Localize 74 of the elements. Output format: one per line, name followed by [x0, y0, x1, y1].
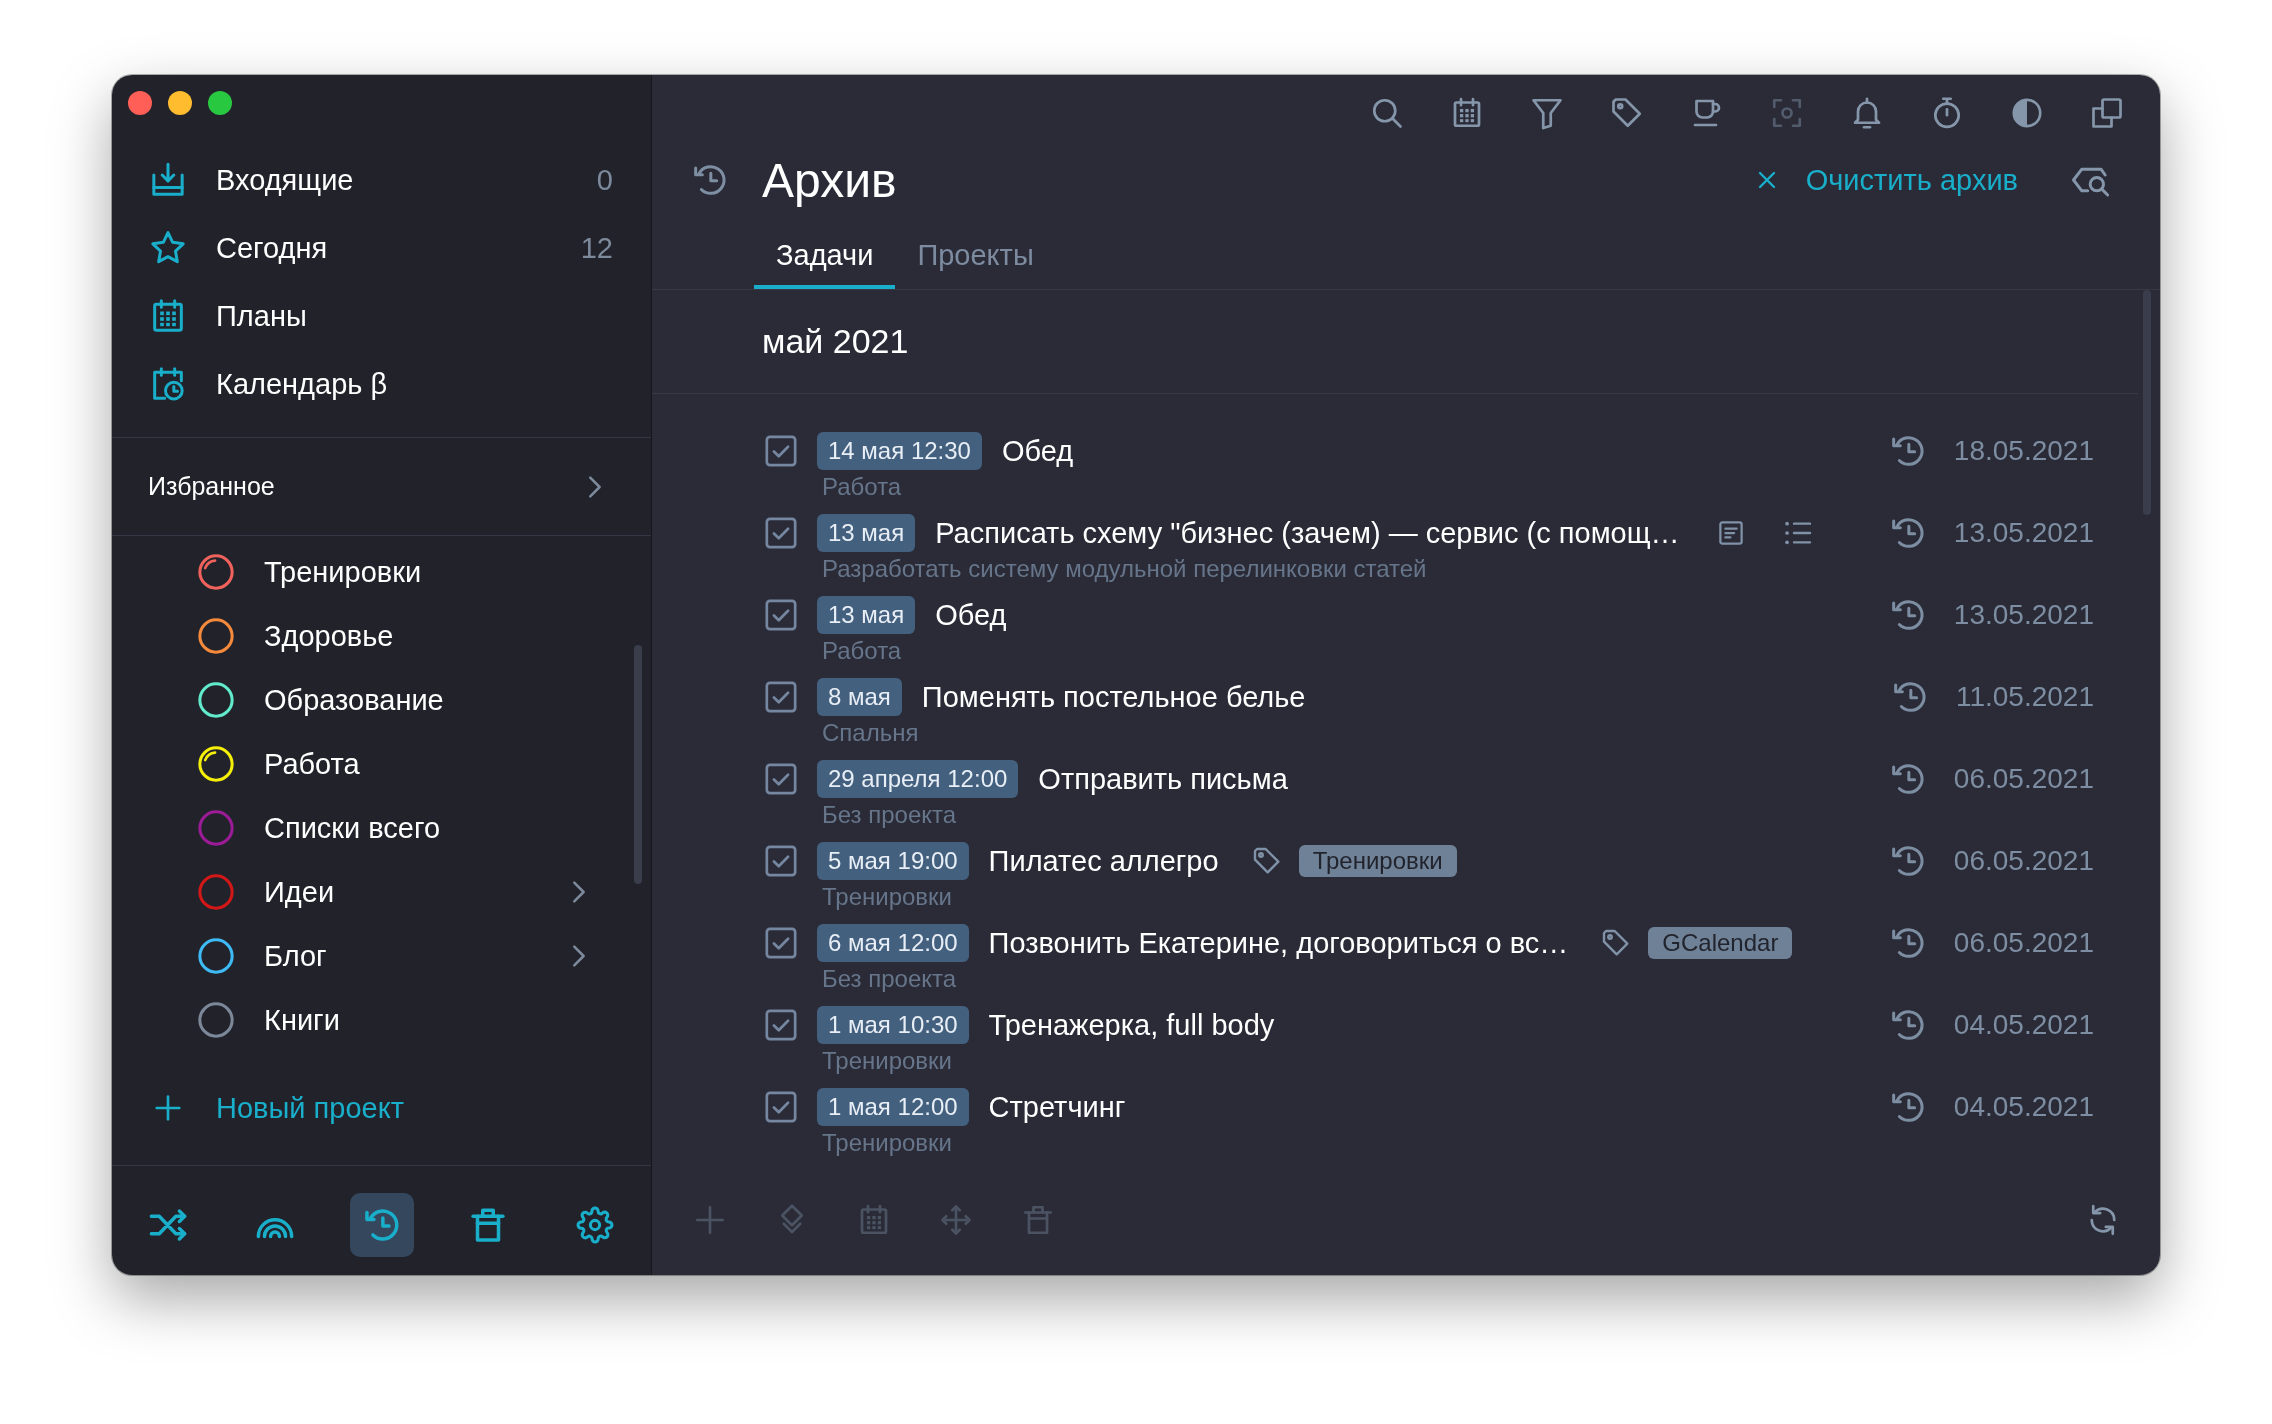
archived-date: 06.05.2021 [1953, 845, 2094, 877]
task-project: Тренировки [821, 1128, 953, 1158]
archived-date: 06.05.2021 [1953, 927, 2094, 959]
tag-badge: Тренировки [1298, 845, 1457, 877]
project-item[interactable]: Блог [112, 924, 651, 988]
checkbox[interactable] [764, 1090, 798, 1124]
new-project-button[interactable]: Новый проект [112, 1079, 404, 1137]
due-date-badge: 13 мая [817, 596, 916, 634]
archived-date: 13.05.2021 [1953, 599, 2094, 631]
task-project: Тренировки [821, 882, 953, 912]
project-item[interactable]: Тренировки [112, 540, 651, 604]
history-button[interactable] [349, 1192, 414, 1257]
project-item[interactable]: Списки всего [112, 796, 651, 860]
task-title: Отправить письма [1038, 762, 1288, 796]
tag-badge: GCalendar [1648, 927, 1793, 959]
copy-icon[interactable] [2089, 95, 2125, 131]
task-project: Работа [821, 636, 902, 666]
month-heading: май 2021 [762, 322, 909, 361]
due-date-badge: 8 мая [817, 678, 902, 716]
tab[interactable]: Задачи [754, 225, 896, 289]
clear-archive-button[interactable]: Очистить архив [1754, 163, 2018, 197]
archived-date: 04.05.2021 [1953, 1009, 2094, 1041]
checkbox[interactable] [764, 680, 798, 714]
checkbox[interactable] [764, 516, 798, 550]
due-date-badge: 29 апреля 12:00 [817, 760, 1019, 798]
archived-date: 13.05.2021 [1953, 517, 2094, 549]
archived-date: 04.05.2021 [1953, 1091, 2094, 1123]
item-count: 12 [580, 231, 613, 265]
item-count: 0 [596, 163, 613, 197]
zoom-window-button[interactable] [208, 91, 232, 115]
page-title: Архив [762, 152, 897, 208]
project-item[interactable]: Здоровье [112, 604, 651, 668]
task-title: Пилатес аллегро [988, 844, 1219, 878]
due-date-badge: 13 мая [817, 514, 916, 552]
task-title: Поменять постельное белье [921, 680, 1306, 714]
task-project: Без проекта [821, 800, 957, 830]
checkbox[interactable] [764, 598, 798, 632]
nav-item[interactable]: Календарь β [112, 350, 651, 418]
close-window-button[interactable] [128, 91, 152, 115]
nav-item[interactable]: Планы [112, 282, 651, 350]
archived-date: 06.05.2021 [1953, 763, 2094, 795]
nav-item[interactable]: Сегодня 12 [112, 214, 651, 282]
favorites-header[interactable]: Избранное [112, 438, 651, 536]
nav-item[interactable]: Входящие 0 [112, 146, 651, 214]
due-date-badge: 6 мая 12:00 [817, 924, 969, 962]
archived-date: 11.05.2021 [1955, 681, 2094, 713]
archived-date: 18.05.2021 [1953, 435, 2094, 467]
task-project: Без проекта [821, 964, 957, 994]
tab[interactable]: Проекты [895, 225, 1056, 289]
task-project: Работа [821, 472, 902, 502]
project-item[interactable]: Книги [112, 988, 651, 1052]
checkbox[interactable] [764, 434, 798, 468]
project-item[interactable]: Идеи [112, 860, 651, 924]
due-date-badge: 5 мая 19:00 [817, 842, 969, 880]
task-title: Расписать схему "бизнес (зачем) — сервис (с помощ… [935, 516, 1680, 550]
task-title: Обед [935, 598, 1007, 632]
checkbox[interactable] [764, 844, 798, 878]
task-title: Обед [1001, 434, 1074, 468]
task-project: Тренировки [821, 1046, 953, 1076]
task-title: Тренажерка, full body [988, 1008, 1275, 1042]
due-date-badge: 1 мая 10:30 [817, 1006, 969, 1044]
project-item[interactable]: Образование [112, 668, 651, 732]
project-item[interactable]: Работа [112, 732, 651, 796]
due-date-badge: 1 мая 12:00 [817, 1088, 969, 1126]
task-title: Позвонить Екатерине, договориться о вс… [988, 926, 1569, 960]
task-project: Спальня [821, 718, 919, 748]
checkbox[interactable] [764, 926, 798, 960]
checkbox[interactable] [764, 1008, 798, 1042]
task-project: Разработать систему модульной перелинковки статей [821, 554, 1427, 584]
scrollbar[interactable] [634, 645, 642, 884]
minimize-window-button[interactable] [168, 91, 192, 115]
task-title: Стретчинг [988, 1090, 1126, 1124]
due-date-badge: 14 мая 12:30 [817, 432, 982, 470]
checkbox[interactable] [764, 762, 798, 796]
